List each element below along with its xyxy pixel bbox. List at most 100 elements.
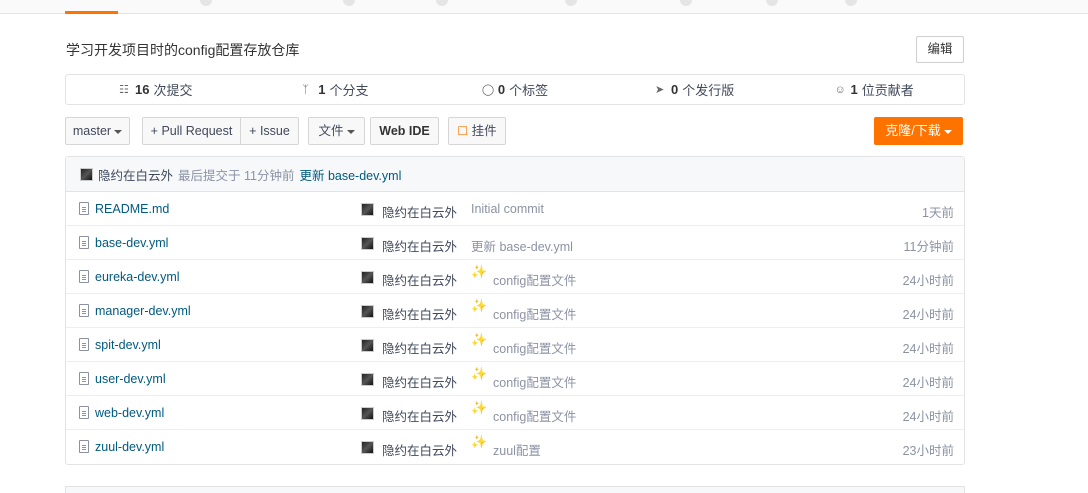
commit-time: 24小时前 [902, 410, 954, 424]
file-icon [79, 440, 89, 453]
sparkles-icon: ✨ [471, 366, 488, 381]
commit-message-link[interactable]: config配置文件 [493, 270, 576, 289]
avatar[interactable] [361, 441, 374, 454]
stat-label: 位贡献者 [861, 83, 914, 98]
commit-time: 24小时前 [902, 274, 954, 288]
edit-description-button[interactable]: 编辑 [916, 36, 964, 63]
stat-count: 1 [850, 82, 858, 97]
commit-author[interactable]: 隐约在白云外 [382, 372, 457, 391]
tab-icon [565, 0, 577, 6]
commit-time: 24小时前 [902, 376, 954, 390]
commit-time: 1天前 [922, 206, 954, 220]
file-icon [79, 372, 89, 385]
file-menu-label: 文件 [318, 124, 344, 138]
stat-count: 1 [318, 82, 326, 97]
tab-icon [436, 0, 448, 6]
avatar[interactable] [361, 339, 374, 352]
last-commit-author[interactable]: 隐约在白云外 [98, 165, 173, 184]
commit-message-link[interactable]: config配置文件 [493, 372, 576, 391]
branch-icon: ᛉ [302, 83, 309, 96]
commit-author[interactable]: 隐约在白云外 [382, 236, 457, 255]
sparkles-icon: ✨ [471, 332, 488, 347]
sparkles-icon: ✨ [471, 434, 488, 449]
file-name-link[interactable]: zuul-dev.yml [95, 440, 164, 454]
file-icon [79, 202, 89, 215]
widget-button[interactable]: ☐ 挂件 [448, 117, 506, 145]
stat-count: 16 [135, 82, 150, 97]
file-row[interactable]: zuul-dev.yml 隐约在白云外 ✨ zuul配置 23小时前 [66, 430, 964, 464]
file-name-link[interactable]: web-dev.yml [95, 406, 164, 420]
file-name-link[interactable]: base-dev.yml [95, 236, 168, 250]
stat-label: 个标签 [509, 83, 549, 98]
file-icon [79, 406, 89, 419]
file-row[interactable]: base-dev.yml 隐约在白云外 更新 base-dev.yml 11分钟前 [66, 226, 964, 260]
file-name-link[interactable]: README.md [95, 202, 169, 216]
file-icon [79, 304, 89, 317]
file-row[interactable]: manager-dev.yml 隐约在白云外 ✨ config配置文件 24小时前 [66, 294, 964, 328]
avatar[interactable] [80, 167, 93, 181]
commit-author[interactable]: 隐约在白云外 [382, 406, 457, 425]
commit-author[interactable]: 隐约在白云外 [382, 202, 457, 221]
commit-author[interactable]: 隐约在白云外 [382, 440, 457, 459]
stat-branch[interactable]: ᛉ 1 个分支 [246, 75, 426, 104]
clone-download-label: 克隆/下载 [885, 123, 941, 138]
commit-time: 24小时前 [902, 342, 954, 356]
repo-stats-bar: ☷ 16 次提交 ᛉ 1 个分支 ◯ 0 个标签 ➤ 0 个发行版 ☺ 1 位贡献者 [65, 74, 965, 105]
stat-contributors[interactable]: ☺ 1 位贡献者 [784, 75, 964, 104]
widget-label: 挂件 [471, 124, 497, 138]
avatar[interactable] [361, 305, 374, 318]
tab-icon [343, 0, 355, 6]
commit-time: 23小时前 [902, 444, 954, 458]
commit-message-link[interactable]: config配置文件 [493, 304, 576, 323]
active-tab-indicator[interactable] [65, 0, 118, 14]
file-row[interactable]: user-dev.yml 隐约在白云外 ✨ config配置文件 24小时前 [66, 362, 964, 396]
last-commit-meta: 最后提交于 11分钟前 [178, 168, 295, 183]
avatar[interactable] [361, 271, 374, 284]
stat-tag[interactable]: ◯ 0 个标签 [425, 75, 605, 104]
file-row[interactable]: spit-dev.yml 隐约在白云外 ✨ config配置文件 24小时前 [66, 328, 964, 362]
file-icon [79, 236, 89, 249]
web-ide-button[interactable]: Web IDE [370, 117, 439, 145]
file-name-link[interactable]: eureka-dev.yml [95, 270, 180, 284]
commit-message-link[interactable]: 更新 base-dev.yml [471, 236, 573, 255]
stat-commit[interactable]: ☷ 16 次提交 [66, 75, 246, 104]
commit-author[interactable]: 隐约在白云外 [382, 270, 457, 289]
file-name-link[interactable]: user-dev.yml [95, 372, 166, 386]
avatar[interactable] [361, 407, 374, 420]
new-pull-request-button[interactable]: + Pull Request [142, 117, 241, 145]
contributors-icon: ☺ [834, 83, 846, 96]
chevron-down-icon [943, 129, 952, 134]
chevron-down-icon [346, 129, 355, 134]
last-commit-header: 隐约在白云外 最后提交于 11分钟前 更新 base-dev.yml [66, 157, 964, 192]
avatar[interactable] [361, 373, 374, 386]
commit-message-link[interactable]: config配置文件 [493, 406, 576, 425]
commit-message-link[interactable]: zuul配置 [493, 440, 541, 459]
commit-author[interactable]: 隐约在白云外 [382, 304, 457, 323]
avatar[interactable] [361, 237, 374, 250]
file-row[interactable]: README.md 隐约在白云外 Initial commit 1天前 [66, 192, 964, 226]
file-menu-button[interactable]: 文件 [308, 117, 365, 145]
stat-label: 个分支 [329, 83, 369, 98]
stat-label: 个发行版 [682, 83, 735, 98]
tab-icon [845, 0, 857, 6]
repo-description-row: 学习开发项目时的config配置存放仓库 编辑 [66, 36, 964, 64]
commit-author[interactable]: 隐约在白云外 [382, 338, 457, 357]
file-name-link[interactable]: manager-dev.yml [95, 304, 191, 318]
new-issue-button[interactable]: + Issue [241, 117, 299, 145]
file-row[interactable]: eureka-dev.yml 隐约在白云外 ✨ config配置文件 24小时前 [66, 260, 964, 294]
branch-select-label: master [72, 124, 112, 138]
commit-message-link[interactable]: config配置文件 [493, 338, 576, 357]
commit-message-link[interactable]: Initial commit [471, 202, 544, 216]
stat-release[interactable]: ➤ 0 个发行版 [605, 75, 785, 104]
file-row[interactable]: web-dev.yml 隐约在白云外 ✨ config配置文件 24小时前 [66, 396, 964, 430]
stat-count: 0 [497, 82, 506, 97]
avatar[interactable] [361, 203, 374, 216]
last-commit-message[interactable]: 更新 base-dev.yml [299, 165, 401, 184]
bookmark-icon: ☐ [457, 124, 469, 138]
branch-select[interactable]: master [65, 117, 130, 145]
file-icon [79, 338, 89, 351]
clone-download-button[interactable]: 克隆/下载 [874, 117, 963, 145]
repo-toolbar: master + Pull Request + Issue 文件 Web IDE… [65, 117, 963, 145]
file-name-link[interactable]: spit-dev.yml [95, 338, 161, 352]
file-rows: README.md 隐约在白云外 Initial commit 1天前 base-dev… [66, 192, 964, 464]
